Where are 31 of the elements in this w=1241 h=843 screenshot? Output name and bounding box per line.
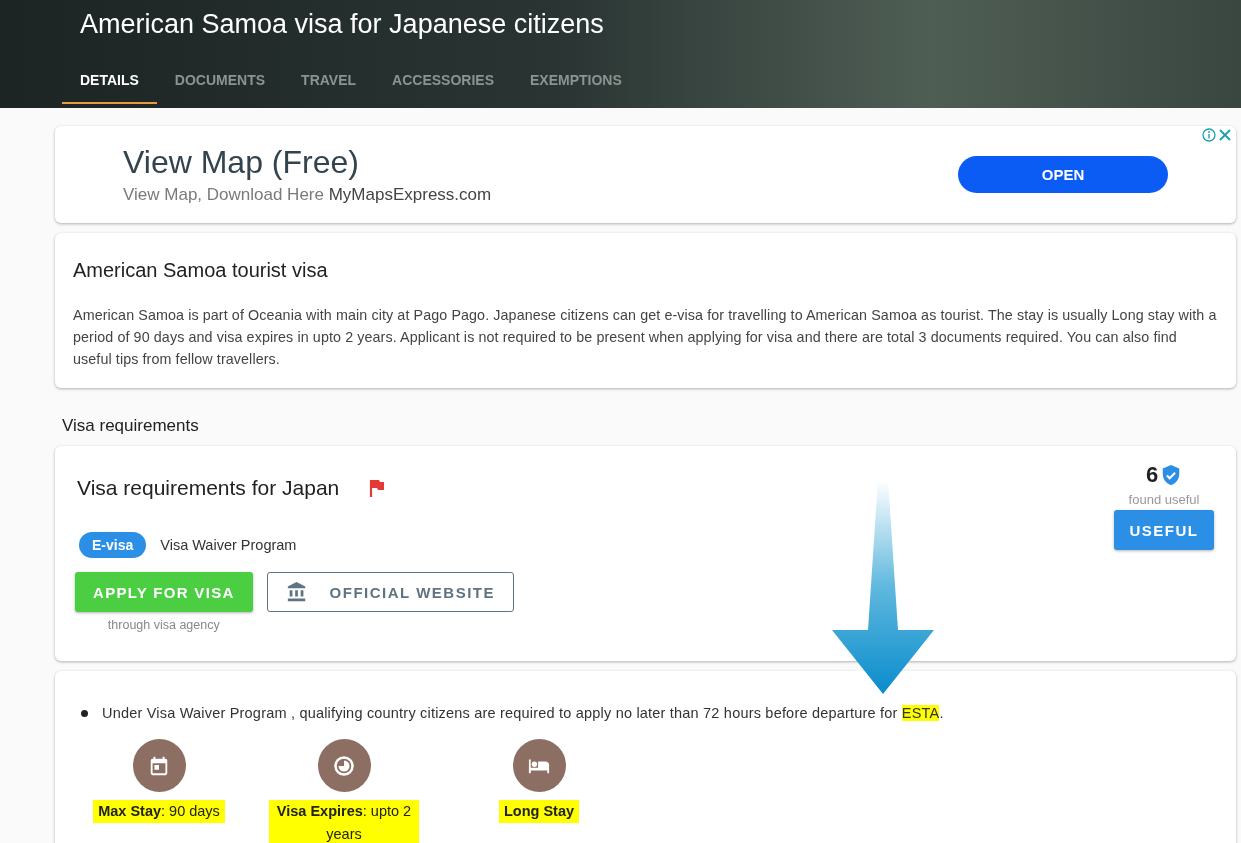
stat-label: Max Stay: 90 days xyxy=(93,800,225,823)
stat-label: Visa Expires: upto 2 years xyxy=(269,800,419,843)
clock-icon xyxy=(332,753,356,778)
useful-count: 6 xyxy=(1145,462,1159,488)
close-icon[interactable] xyxy=(1218,128,1232,142)
card-title: American Samoa tourist visa xyxy=(73,259,329,282)
tab[interactable]: EXEMPTIONS xyxy=(512,64,640,104)
bullet-dot xyxy=(81,709,88,717)
calendar-icon xyxy=(148,754,170,777)
open-button[interactable]: OPEN xyxy=(958,156,1168,193)
useful-label: found useful xyxy=(1128,492,1200,507)
program-label: Visa Waiver Program xyxy=(160,537,297,553)
tab[interactable]: DETAILS xyxy=(62,64,157,104)
ad-title: View Map (Free) xyxy=(123,144,360,181)
visa-type-badge: E-visa xyxy=(79,532,147,558)
tab[interactable]: DOCUMENTS xyxy=(156,64,284,104)
summary-text: American Samoa is part of Oceania with main city at Pago Pago. Japanese citizens can get e-visa for travelling to American Samoa as tourist. The stay is usually Long stay with a period of 90 days and visa expires in upto 2 years. Applicant is not required to be present when applying for visa and there are total 3 documents required. You can also find useful tips from fellow travellers. xyxy=(73,306,1218,369)
card-title: Visa requirements for Japan xyxy=(77,476,340,500)
ad-subtitle: View Map, Download Here MyMapsExpress.com xyxy=(123,185,493,205)
info-icon[interactable] xyxy=(1202,128,1216,142)
note-text: Under Visa Waiver Program , qualifying country citizens are required to apply no later than 72 hours before departure for ESTA. xyxy=(102,705,944,721)
flag-icon[interactable] xyxy=(369,479,386,497)
useful-button[interactable]: USEFUL xyxy=(1114,510,1214,550)
section-heading: Visa requirements xyxy=(62,416,200,436)
stat-label: Long Stay xyxy=(498,800,580,823)
apply-note: through visa agency xyxy=(107,618,220,632)
tab[interactable]: ACCESSORIES xyxy=(374,64,512,104)
bank-icon xyxy=(285,581,308,603)
tab[interactable]: TRAVEL xyxy=(283,64,375,104)
official-website-button[interactable]: OFFICIAL WEBSITE xyxy=(266,572,514,612)
page-title: American Samoa visa for Japanese citizens xyxy=(80,8,605,41)
